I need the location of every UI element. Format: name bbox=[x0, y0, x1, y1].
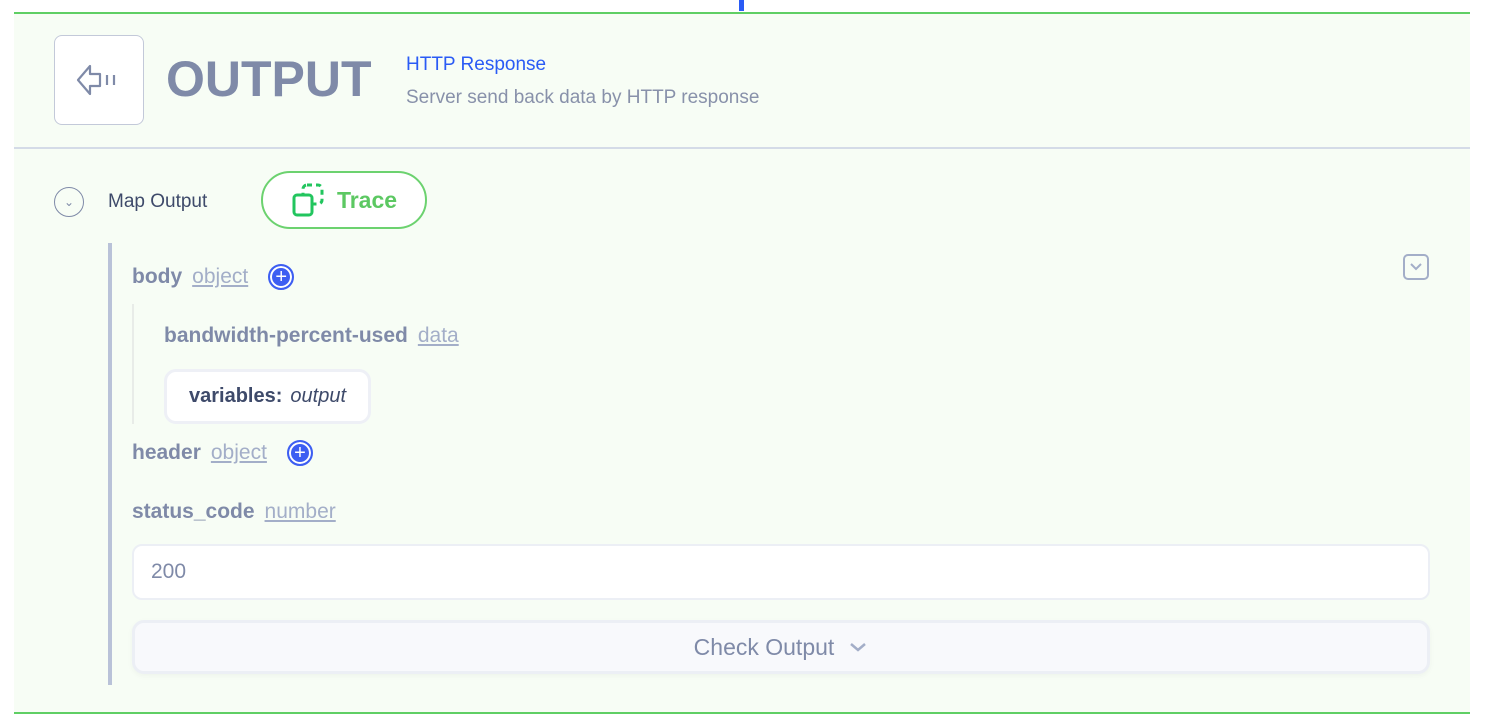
status-code-input[interactable]: 200 bbox=[132, 544, 1430, 600]
output-arrow-icon bbox=[76, 64, 116, 96]
subtree-line bbox=[132, 304, 134, 424]
tree-line bbox=[108, 243, 112, 685]
collapse-button[interactable] bbox=[1403, 254, 1429, 280]
field-name: body bbox=[132, 265, 183, 288]
add-header-field-button[interactable]: + bbox=[286, 440, 313, 466]
map-output-label: Map Output bbox=[108, 191, 208, 212]
variable-chip[interactable]: variables: output bbox=[164, 369, 371, 424]
field-header: header object + bbox=[132, 440, 313, 466]
field-name: bandwidth-percent-used bbox=[164, 324, 408, 347]
node-description: Server send back data by HTTP response bbox=[406, 87, 760, 108]
check-output-label: Check Output bbox=[693, 633, 835, 660]
trace-button[interactable]: Trace bbox=[261, 171, 427, 229]
node-title: OUTPUT bbox=[166, 51, 372, 107]
field-name: status_code bbox=[132, 500, 255, 523]
output-node-panel: OUTPUT HTTP Response Server send back da… bbox=[14, 12, 1470, 714]
field-status-code: status_code number bbox=[132, 500, 336, 524]
chevron-down-icon bbox=[1410, 263, 1422, 271]
add-body-field-button[interactable]: + bbox=[268, 264, 295, 290]
variable-value: output bbox=[290, 385, 346, 407]
map-output-toggle[interactable]: ⌄ bbox=[54, 187, 84, 217]
chevron-down-icon bbox=[850, 643, 867, 652]
field-bandwidth-percent-used: bandwidth-percent-used data bbox=[164, 324, 459, 348]
connector-line bbox=[739, 0, 744, 11]
trace-icon bbox=[292, 183, 324, 217]
chevron-down-icon: ⌄ bbox=[63, 195, 75, 209]
variable-key: variables: bbox=[189, 385, 283, 407]
node-subtitle[interactable]: HTTP Response bbox=[406, 54, 546, 76]
field-type[interactable]: object bbox=[192, 265, 248, 289]
trace-label: Trace bbox=[336, 186, 398, 213]
field-body: body object + bbox=[132, 264, 295, 290]
output-icon-box bbox=[54, 35, 144, 125]
field-type[interactable]: number bbox=[265, 500, 336, 524]
field-name: header bbox=[132, 441, 201, 464]
check-output-button[interactable]: Check Output bbox=[132, 620, 1430, 674]
field-type[interactable]: data bbox=[418, 324, 459, 348]
divider bbox=[14, 147, 1470, 149]
field-type[interactable]: object bbox=[211, 441, 267, 465]
